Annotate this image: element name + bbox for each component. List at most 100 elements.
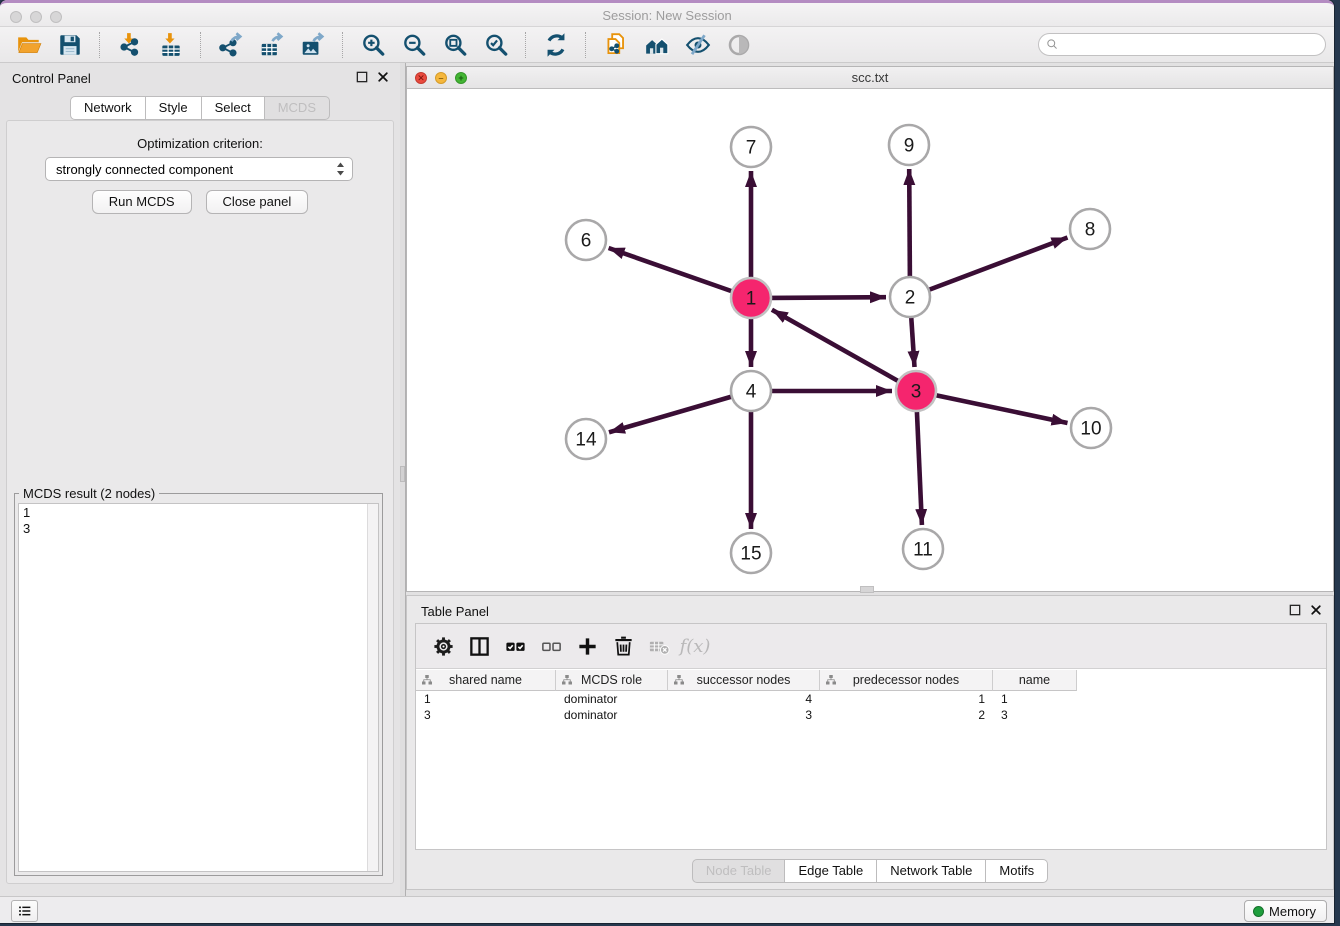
svg-text:6: 6	[581, 231, 592, 252]
zoom-fit-button[interactable]	[439, 30, 470, 60]
table-cell[interactable]: 1	[993, 691, 1077, 707]
network-view-titlebar[interactable]: ✕ – + scc.txt	[407, 67, 1333, 89]
graph-node-14[interactable]: 14	[566, 419, 606, 459]
first-neighbors-button[interactable]	[641, 30, 672, 60]
graph-edge-1-6[interactable]	[609, 248, 734, 292]
zoom-selected-button[interactable]	[480, 30, 511, 60]
duplicate-network-button[interactable]	[600, 30, 631, 60]
table-cell[interactable]: 3	[416, 707, 556, 723]
graph-edge-1-2[interactable]	[769, 297, 886, 298]
float-panel-icon[interactable]	[355, 70, 369, 84]
column-header-MCDS-role[interactable]: MCDS role	[556, 670, 668, 691]
import-network-button[interactable]	[114, 30, 145, 60]
network-graph[interactable]: 7 9 6 8 1 2 4 3 14 10 15 11	[407, 89, 1333, 592]
mcds-result-textarea[interactable]: 1 3	[18, 503, 379, 872]
export-image-button[interactable]	[297, 30, 328, 60]
graph-node-11[interactable]: 11	[903, 529, 943, 569]
graph-node-1[interactable]: 1	[731, 278, 771, 318]
graph-node-10[interactable]: 10	[1071, 408, 1111, 448]
table-cell[interactable]: 1	[416, 691, 556, 707]
graph-edge-3-11[interactable]	[917, 409, 922, 525]
svg-text:10: 10	[1080, 419, 1101, 440]
import-table-button[interactable]	[155, 30, 186, 60]
graph-node-8[interactable]: 8	[1070, 209, 1110, 249]
refresh-layout-button[interactable]	[540, 30, 571, 60]
graph-edge-4-14[interactable]	[609, 396, 734, 432]
table-cell[interactable]: dominator	[556, 691, 668, 707]
search-input[interactable]	[1064, 37, 1319, 52]
settings-gear-button[interactable]	[426, 629, 460, 663]
zoom-in-button[interactable]	[357, 30, 388, 60]
graph-node-3[interactable]: 3	[896, 371, 936, 411]
table-cell[interactable]: dominator	[556, 707, 668, 723]
graph-node-7[interactable]: 7	[731, 127, 771, 167]
table-cell[interactable]: 3	[668, 707, 820, 723]
graph-node-6[interactable]: 6	[566, 220, 606, 260]
table-panel: Table Panel f(x) shared nameMCDS rolesuc…	[406, 595, 1334, 890]
zoom-out-icon	[401, 32, 427, 58]
add-column-button[interactable]	[570, 629, 604, 663]
control-panel-title: Control Panel	[12, 71, 91, 86]
graph-node-2[interactable]: 2	[890, 277, 930, 317]
save-session-button[interactable]	[54, 30, 85, 60]
run-mcds-button[interactable]: Run MCDS	[92, 190, 192, 214]
task-history-button[interactable]	[11, 900, 38, 922]
toggle-columns-button[interactable]	[462, 629, 496, 663]
graph-node-15[interactable]: 15	[731, 533, 771, 573]
graph-edge-3-1[interactable]	[772, 310, 900, 382]
network-canvas[interactable]: 7 9 6 8 1 2 4 3 14 10 15 11	[407, 89, 1333, 591]
close-win-icon	[376, 70, 390, 84]
zoom-out-button[interactable]	[398, 30, 429, 60]
svg-text:3: 3	[911, 382, 922, 403]
float-panel-icon[interactable]	[1288, 603, 1302, 617]
tab-node-table[interactable]: Node Table	[692, 859, 786, 883]
table-cell[interactable]: 2	[820, 707, 993, 723]
table-cell[interactable]: 3	[993, 707, 1077, 723]
graph-edge-2-9[interactable]	[909, 169, 910, 279]
hide-selected-button[interactable]	[682, 30, 713, 60]
horizontal-splitter-handle[interactable]	[860, 586, 874, 593]
toolbar-separator	[99, 32, 100, 58]
table-cell[interactable]: 4	[668, 691, 820, 707]
zoom-in-icon	[360, 32, 386, 58]
column-header-shared-name[interactable]: shared name	[416, 670, 556, 691]
tab-mcds[interactable]: MCDS	[265, 96, 330, 120]
close-panel-icon[interactable]	[376, 70, 390, 84]
export-network-button[interactable]	[215, 30, 246, 60]
table-cell[interactable]: 1	[820, 691, 993, 707]
result-scrollbar[interactable]	[367, 504, 378, 871]
tab-select[interactable]: Select	[202, 96, 265, 120]
vertical-splitter-handle[interactable]	[400, 466, 405, 482]
export-table-button[interactable]	[256, 30, 287, 60]
column-header-predecessor-nodes[interactable]: predecessor nodes	[820, 670, 993, 691]
svg-text:7: 7	[746, 138, 757, 159]
graph-node-4[interactable]: 4	[731, 371, 771, 411]
delete-table-icon	[648, 635, 671, 658]
titlebar[interactable]: Session: New Session	[0, 0, 1334, 27]
graph-edge-2-8[interactable]	[927, 238, 1068, 291]
select-all-button[interactable]	[498, 629, 532, 663]
tab-network-table[interactable]: Network Table	[877, 859, 986, 883]
close-panel-icon[interactable]	[1309, 603, 1323, 617]
optimization-select[interactable]: strongly connected component	[45, 157, 353, 181]
deselect-all-button[interactable]	[534, 629, 568, 663]
search-box[interactable]	[1038, 33, 1326, 56]
tab-style[interactable]: Style	[146, 96, 202, 120]
show-hidden-button[interactable]	[723, 30, 754, 60]
graph-node-9[interactable]: 9	[889, 125, 929, 165]
table-row[interactable]: 3dominator323	[416, 707, 1326, 723]
column-header-name[interactable]: name	[993, 670, 1077, 691]
memory-label: Memory	[1269, 904, 1316, 919]
open-file-button[interactable]	[13, 30, 44, 60]
close-panel-button[interactable]: Close panel	[206, 190, 309, 214]
tab-edge-table[interactable]: Edge Table	[785, 859, 877, 883]
tab-motifs[interactable]: Motifs	[986, 859, 1048, 883]
column-header-successor-nodes[interactable]: successor nodes	[668, 670, 820, 691]
delete-columns-button[interactable]	[606, 629, 640, 663]
table-row[interactable]: 1dominator411	[416, 691, 1326, 707]
memory-button[interactable]: Memory	[1244, 900, 1327, 922]
graph-edge-2-3[interactable]	[911, 315, 914, 367]
tab-network[interactable]: Network	[70, 96, 146, 120]
mcds-result-group: MCDS result (2 nodes) 1 3	[14, 493, 383, 876]
graph-edge-3-10[interactable]	[934, 395, 1068, 423]
